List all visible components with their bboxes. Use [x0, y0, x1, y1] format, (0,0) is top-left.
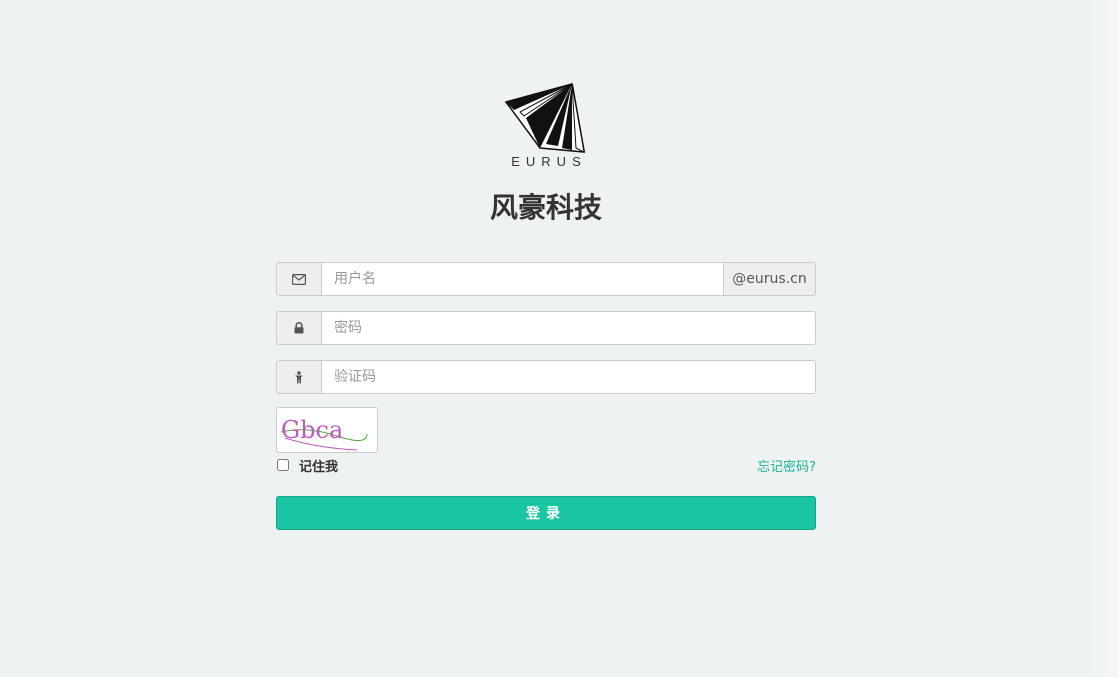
remember-row: 记住我 忘记密码? [276, 455, 816, 475]
username-group: @eurus.cn [276, 262, 816, 296]
company-name: 风豪科技 [489, 191, 602, 224]
remember-label: 记住我 [299, 459, 339, 475]
brand-logo: EURUS [500, 82, 592, 172]
login-form: @eurus.cn Gbca 记住我 忘记 [276, 262, 816, 530]
password-input[interactable] [322, 311, 816, 345]
captcha-group [276, 360, 816, 394]
remember-me[interactable]: 记住我 [276, 456, 338, 475]
captcha-image[interactable]: Gbca [276, 407, 378, 453]
captcha-text: Gbca [281, 416, 343, 444]
remember-checkbox[interactable] [277, 459, 289, 471]
person-icon [276, 360, 322, 394]
username-input[interactable] [322, 262, 724, 296]
password-group [276, 311, 816, 345]
login-button[interactable]: 登录 [276, 496, 816, 530]
paper-plane-logo-icon [504, 83, 585, 153]
email-domain-suffix: @eurus.cn [724, 262, 816, 296]
envelope-icon [276, 262, 322, 296]
forgot-password-link[interactable]: 忘记密码? [757, 456, 816, 475]
window-edge-shade [1089, 0, 1119, 677]
captcha-input[interactable] [322, 360, 816, 394]
logo-text: EURUS [511, 154, 587, 169]
lock-icon [276, 311, 322, 345]
